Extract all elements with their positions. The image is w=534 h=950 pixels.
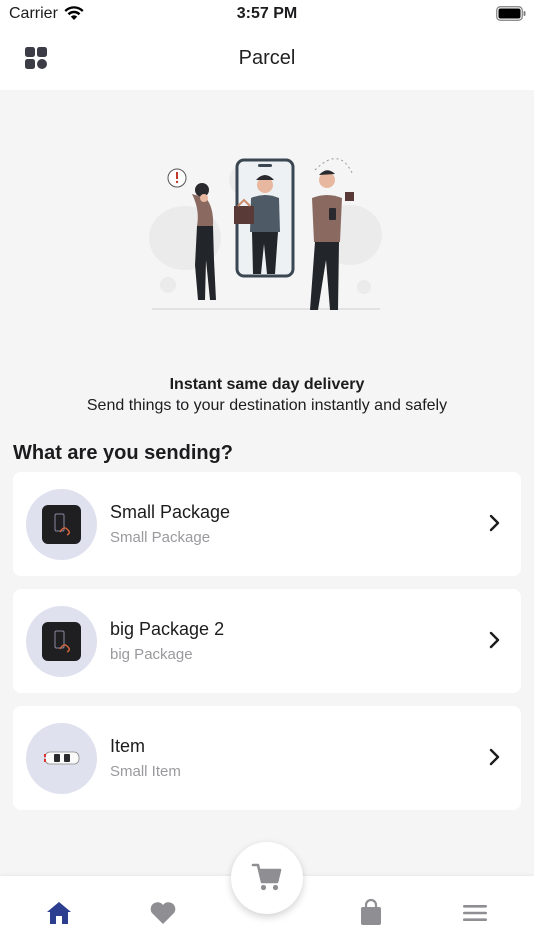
hero-subline: Send things to your destination instantl… — [86, 397, 448, 414]
item-thumbnail — [26, 723, 97, 794]
chevron-right-icon — [489, 631, 501, 654]
item-name: big Package 2 — [110, 619, 225, 639]
item-thumbnail — [26, 606, 97, 677]
item-description: Small Package — [110, 529, 211, 546]
heart-icon[interactable] — [148, 898, 178, 928]
section-title: What are you sending? — [13, 442, 234, 464]
home-icon[interactable] — [44, 898, 74, 928]
hero-tagline: Instant same day delivery Send things to… — [0, 375, 534, 416]
battery-icon — [496, 6, 526, 26]
list-item-big-package[interactable]: big Package 2 big Package — [13, 589, 521, 693]
package-icon — [42, 622, 81, 661]
page-title: Parcel — [238, 47, 296, 69]
item-description: big Package — [110, 646, 193, 663]
clock: 3:57 PM — [236, 5, 298, 22]
item-name: Small Package — [110, 502, 231, 522]
item-description: Small Item — [110, 763, 181, 780]
item-name: Item — [110, 736, 146, 756]
list-item-item[interactable]: Item Small Item — [13, 706, 521, 810]
cart-button[interactable] — [231, 842, 303, 914]
bag-icon[interactable] — [356, 898, 386, 928]
list-item-small-package[interactable]: Small Package Small Package — [13, 472, 521, 576]
status-bar: Carrier 3:57 PM — [0, 0, 534, 28]
chevron-right-icon — [489, 748, 501, 771]
menu-icon[interactable] — [460, 898, 490, 928]
nav-bar: Parcel — [0, 28, 534, 90]
package-icon — [42, 505, 81, 544]
delivery-illustration — [140, 150, 390, 320]
item-thumbnail — [26, 489, 97, 560]
chevron-right-icon — [489, 514, 501, 537]
car-icon — [42, 748, 82, 773]
hero-headline: Instant same day delivery — [169, 376, 365, 393]
